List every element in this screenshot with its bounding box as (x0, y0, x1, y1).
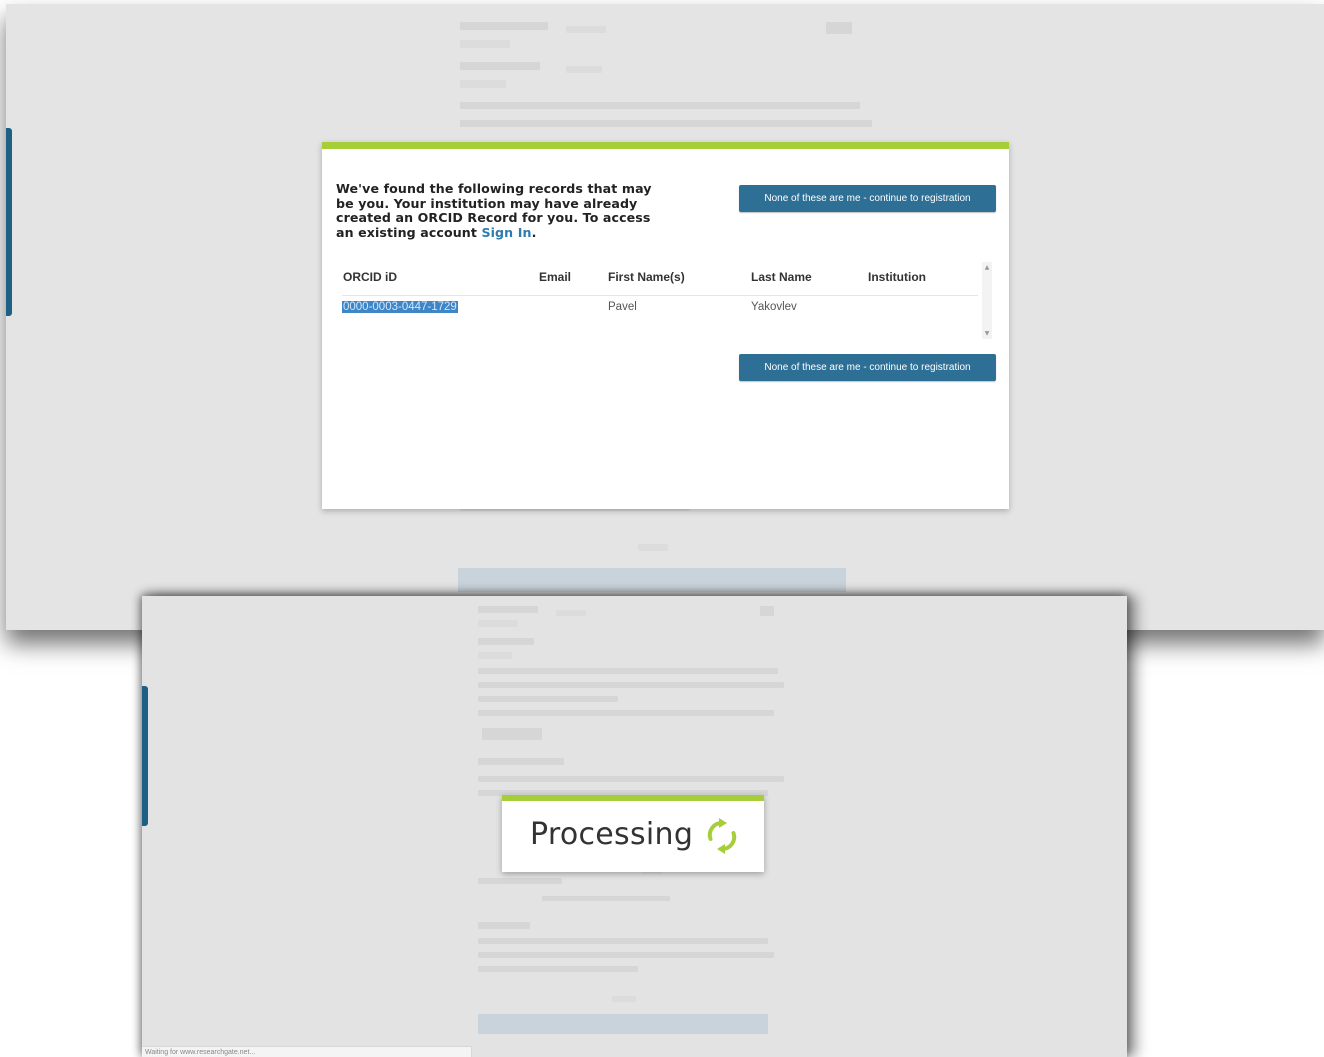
column-header-last-name: Last Name (751, 270, 812, 284)
background-form-text (478, 952, 774, 958)
side-feedback-tab[interactable] (6, 128, 12, 316)
background-form-text (542, 896, 670, 901)
background-form-icon (826, 22, 852, 34)
refresh-spinner-icon (707, 818, 737, 854)
continue-registration-button-top[interactable]: None of these are me - continue to regis… (739, 185, 996, 212)
side-feedback-tab[interactable] (142, 686, 148, 826)
background-form-text (478, 938, 768, 944)
background-form-label (478, 758, 564, 765)
background-form-text (460, 102, 860, 109)
background-submit-button (478, 1014, 768, 1034)
scroll-up-arrow-icon[interactable]: ▲ (982, 264, 992, 271)
processing-dialog: Processing (502, 795, 764, 872)
duplicate-records-screen: We've found the following records that m… (6, 4, 1324, 630)
background-form-text (478, 682, 784, 688)
background-form-icon (760, 606, 774, 616)
scroll-down-arrow-icon[interactable]: ▼ (982, 330, 992, 337)
background-captcha (482, 728, 542, 740)
orcid-id-link[interactable]: 0000-0003-0447-1729 (342, 301, 458, 313)
processing-screen: Processing Waiting for www.researchgate.… (142, 596, 1127, 1057)
column-header-email: Email (539, 270, 572, 284)
background-form-text (478, 696, 618, 702)
background-form-text (478, 776, 784, 782)
background-form-text (612, 996, 636, 1002)
table-header-divider (342, 295, 978, 296)
background-form-text (478, 966, 638, 972)
duplicate-records-modal: We've found the following records that m… (322, 142, 1009, 509)
column-header-institution: Institution (868, 270, 926, 284)
background-form-label (478, 922, 530, 929)
background-form-text (478, 668, 778, 674)
background-form-label (460, 80, 506, 88)
background-form-label (478, 652, 512, 659)
message-period: . (531, 224, 537, 240)
last-name-cell: Yakovlev (751, 301, 797, 313)
background-form-label (460, 62, 540, 70)
processing-label: Processing (530, 817, 694, 852)
background-form-input (566, 66, 602, 73)
column-header-first-name: First Name(s) (608, 270, 685, 284)
background-form-label (460, 22, 548, 30)
background-form-text (460, 120, 872, 127)
background-form-input (556, 610, 586, 616)
background-form-input (566, 26, 606, 33)
screenshot-composite: We've found the following records that m… (0, 0, 1324, 1057)
background-form-label (478, 620, 518, 627)
first-name-cell: Pavel (608, 301, 637, 313)
column-header-orcid-id: ORCID iD (343, 270, 397, 284)
duplicate-records-message: We've found the following records that m… (336, 181, 666, 240)
background-form-label (460, 40, 510, 48)
sign-in-link[interactable]: Sign In (481, 225, 531, 240)
records-table: ORCID iD Email First Name(s) Last Name I… (336, 262, 996, 339)
background-form-text (478, 710, 774, 716)
background-form-text (478, 878, 562, 884)
table-scrollbar[interactable]: ▲ ▼ (982, 262, 992, 339)
browser-status-bar: Waiting for www.researchgate.net... (142, 1046, 472, 1057)
background-form-label (478, 638, 534, 645)
background-form-label (478, 606, 538, 613)
background-submit-button (458, 568, 846, 592)
orcid-id-cell[interactable]: 0000-0003-0447-1729 (342, 301, 458, 313)
background-form-text (638, 544, 668, 551)
continue-registration-button-bottom[interactable]: None of these are me - continue to regis… (739, 354, 996, 381)
